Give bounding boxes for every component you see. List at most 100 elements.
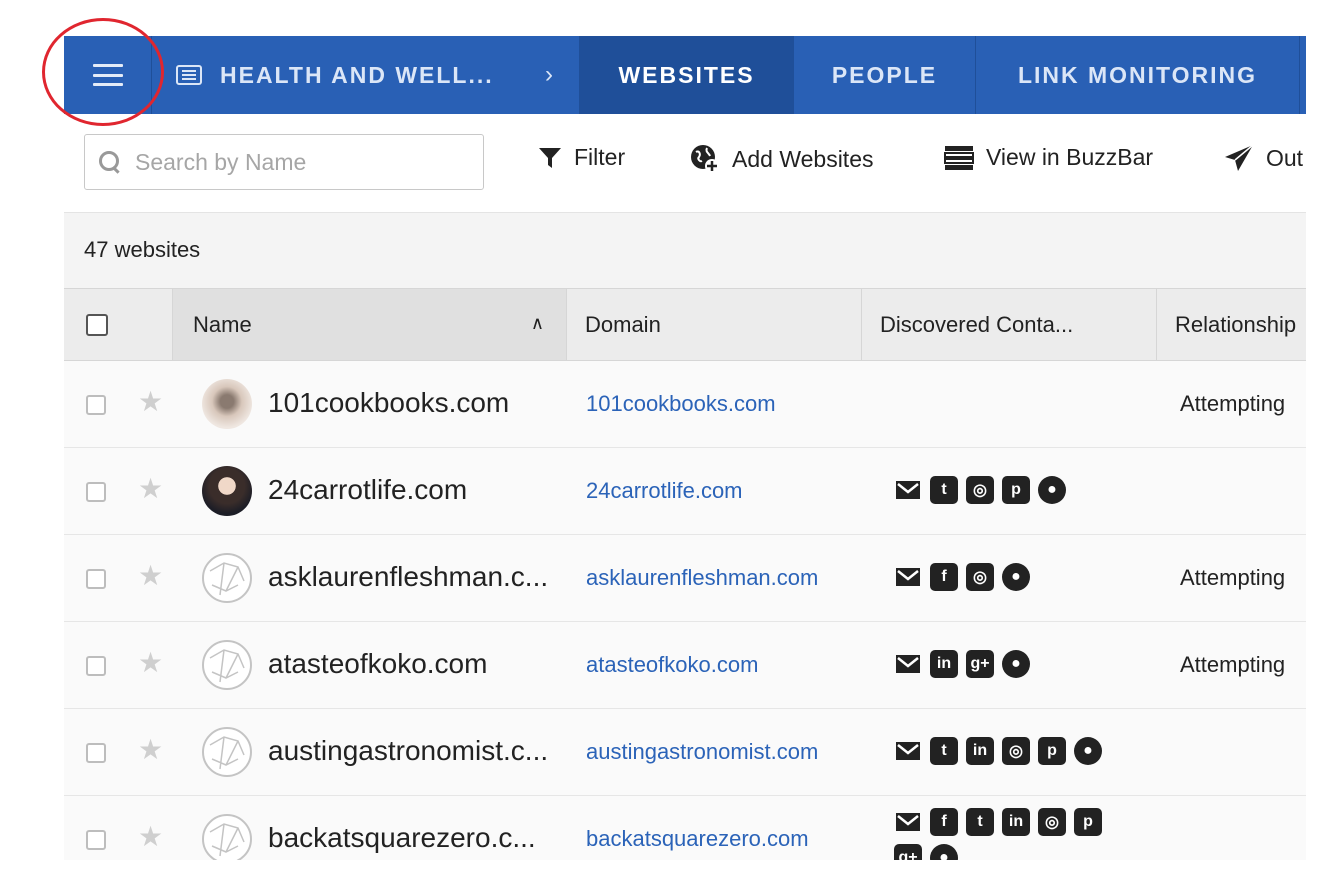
row-checkbox[interactable]	[86, 743, 106, 763]
star-icon[interactable]: ★	[138, 823, 166, 851]
website-name[interactable]: backatsquarezero.c...	[268, 822, 536, 854]
star-icon[interactable]: ★	[138, 649, 166, 677]
column-relationship-label: Relationship	[1175, 311, 1297, 337]
linkedin-icon[interactable]: in	[1002, 808, 1030, 836]
pinterest-icon[interactable]: p	[1038, 737, 1066, 765]
relationship-status: Attempting	[1180, 391, 1286, 416]
linkedin-icon[interactable]: in	[930, 650, 958, 678]
twitter-icon[interactable]: t	[930, 737, 958, 765]
filter-button[interactable]: Filter	[538, 144, 625, 171]
row-checkbox[interactable]	[86, 656, 106, 676]
search-input[interactable]	[133, 147, 457, 177]
search-box[interactable]	[84, 134, 484, 190]
sort-ascending-icon[interactable]: ∧	[531, 313, 544, 334]
website-icon[interactable]: ●	[1074, 737, 1102, 765]
select-all-checkbox[interactable]	[86, 313, 108, 336]
twitter-icon[interactable]: t	[930, 476, 958, 504]
globe-avatar-icon	[202, 640, 252, 690]
website-name[interactable]: 101cookbooks.com	[268, 387, 509, 419]
column-discovered-label: Discovered Conta...	[880, 311, 1074, 337]
column-header-name[interactable]: Name ∧	[172, 289, 566, 360]
email-icon[interactable]	[894, 476, 922, 504]
add-websites-button[interactable]: Add Websites	[690, 144, 873, 174]
discovered-contacts: t in ◎ p ●	[894, 737, 1144, 765]
email-icon[interactable]	[894, 737, 922, 765]
website-name[interactable]: 24carrotlife.com	[268, 474, 467, 506]
chevron-right-icon: ›	[545, 61, 555, 88]
websites-table-body: ★ 101cookbooks.com 101cookbooks.com Atte…	[64, 361, 1306, 860]
table-row[interactable]: ★ austingastronomist.c... austingastrono…	[64, 709, 1306, 796]
email-icon[interactable]	[894, 650, 922, 678]
column-name-label: Name	[193, 311, 252, 337]
instagram-icon[interactable]: ◎	[1002, 737, 1030, 765]
domain-link[interactable]: 101cookbooks.com	[586, 391, 776, 417]
facebook-icon[interactable]: f	[930, 808, 958, 836]
globe-avatar-icon	[202, 727, 252, 777]
domain-link[interactable]: asklaurenfleshman.com	[586, 565, 818, 591]
hamburger-menu-button[interactable]	[64, 36, 152, 114]
instagram-icon[interactable]: ◎	[966, 476, 994, 504]
pinterest-icon[interactable]: p	[1002, 476, 1030, 504]
globe-avatar-icon	[202, 814, 252, 860]
filter-label: Filter	[574, 144, 626, 170]
breadcrumb[interactable]: HEALTH AND WELL... ›	[152, 36, 580, 114]
star-icon[interactable]: ★	[138, 475, 166, 503]
toolbar: Filter Add Websites View in BuzzBar Out	[64, 114, 1306, 212]
google-plus-icon[interactable]: g+	[894, 844, 922, 860]
list-icon	[176, 65, 202, 85]
discovered-contacts: t ◎ p ●	[894, 476, 1144, 504]
view-in-buzzbar-button[interactable]: View in BuzzBar	[944, 144, 1153, 171]
table-row[interactable]: ★ atasteofkoko.com atasteofkoko.com in g…	[64, 622, 1306, 709]
twitter-icon[interactable]: t	[966, 808, 994, 836]
email-icon[interactable]	[894, 563, 922, 591]
domain-link[interactable]: austingastronomist.com	[586, 739, 818, 765]
pinterest-icon[interactable]: p	[1074, 808, 1102, 836]
website-name[interactable]: atasteofkoko.com	[268, 648, 487, 680]
table-row[interactable]: ★ 24carrotlife.com 24carrotlife.com t ◎ …	[64, 448, 1306, 535]
discovered-contacts: f ◎ ●	[894, 563, 1144, 591]
view-buzzbar-label: View in BuzzBar	[986, 144, 1154, 170]
app-window: HEALTH AND WELL... › WEBSITES PEOPLE LIN…	[64, 36, 1306, 860]
instagram-icon[interactable]: ◎	[1038, 808, 1066, 836]
column-header-discovered-contacts[interactable]: Discovered Conta...	[861, 289, 1156, 360]
column-header-relationship[interactable]: Relationship	[1156, 289, 1306, 360]
website-icon[interactable]: ●	[1002, 563, 1030, 591]
table-header: Name ∧ Domain Discovered Conta... Relati…	[64, 288, 1306, 361]
website-name[interactable]: asklaurenfleshman.c...	[268, 561, 548, 593]
add-websites-label: Add Websites	[732, 145, 874, 172]
tab-websites[interactable]: WEBSITES	[580, 36, 794, 114]
star-icon[interactable]: ★	[138, 736, 166, 764]
table-row[interactable]: ★ 101cookbooks.com 101cookbooks.com Atte…	[64, 361, 1306, 448]
domain-link[interactable]: atasteofkoko.com	[586, 652, 758, 678]
tab-people[interactable]: PEOPLE	[794, 36, 976, 114]
tab-link-monitoring[interactable]: LINK MONITORING	[976, 36, 1300, 114]
table-row[interactable]: ★ asklaurenfleshman.c... asklaurenfleshm…	[64, 535, 1306, 622]
linkedin-icon[interactable]: in	[966, 737, 994, 765]
domain-link[interactable]: backatsquarezero.com	[586, 826, 809, 852]
email-icon[interactable]	[894, 808, 922, 836]
search-icon	[99, 151, 121, 173]
select-all-cell	[64, 289, 172, 360]
row-checkbox[interactable]	[86, 569, 106, 589]
row-checkbox[interactable]	[86, 830, 106, 850]
website-name[interactable]: austingastronomist.c...	[268, 735, 548, 767]
website-icon[interactable]: ●	[1002, 650, 1030, 678]
domain-link[interactable]: 24carrotlife.com	[586, 478, 743, 504]
row-checkbox[interactable]	[86, 482, 106, 502]
table-row[interactable]: ★ backatsquarezero.c... backatsquarezero…	[64, 796, 1306, 860]
facebook-icon[interactable]: f	[930, 563, 958, 591]
column-header-domain[interactable]: Domain	[566, 289, 861, 360]
outreach-button[interactable]: Out	[1224, 144, 1303, 172]
row-checkbox[interactable]	[86, 395, 106, 415]
filter-icon	[539, 147, 561, 168]
star-icon[interactable]: ★	[138, 562, 166, 590]
google-plus-icon[interactable]: g+	[966, 650, 994, 678]
instagram-icon[interactable]: ◎	[966, 563, 994, 591]
website-icon[interactable]: ●	[930, 844, 958, 860]
top-nav: HEALTH AND WELL... › WEBSITES PEOPLE LIN…	[64, 36, 1306, 114]
website-icon[interactable]: ●	[1038, 476, 1066, 504]
star-icon[interactable]: ★	[138, 388, 166, 416]
discovered-contacts: f t in ◎ p g+ ●	[894, 808, 1124, 860]
relationship-status: Attempting	[1180, 652, 1286, 677]
relationship-status: Attempting	[1180, 565, 1286, 590]
